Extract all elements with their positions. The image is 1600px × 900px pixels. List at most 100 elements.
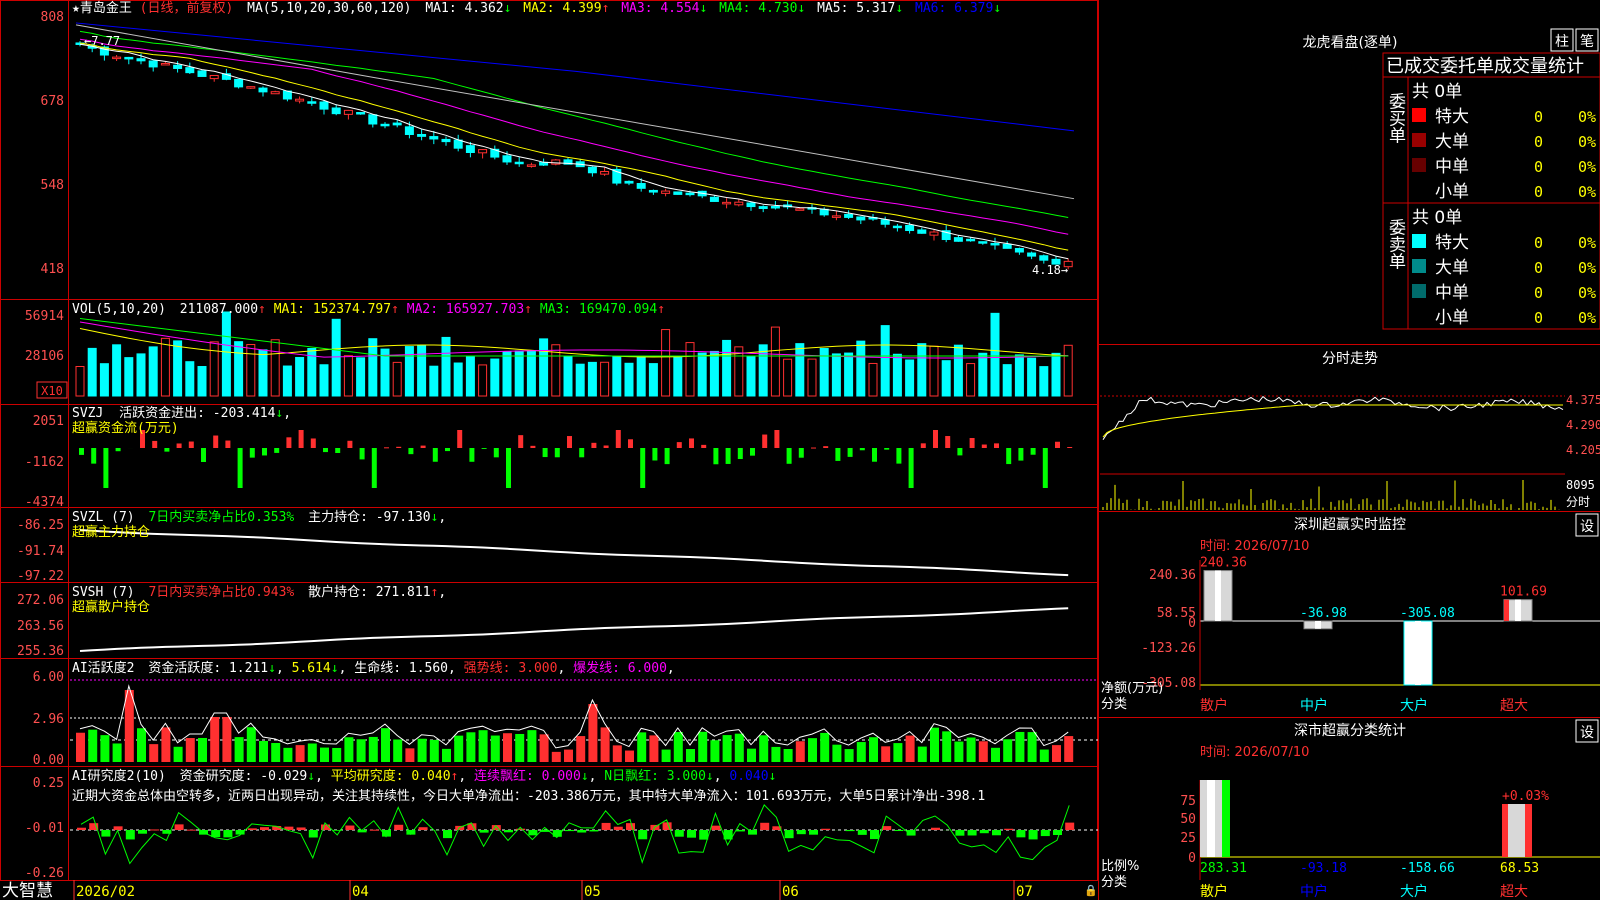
research-bar [504,830,513,833]
svsh-ratio: 7日内买卖净占比0.943% [148,584,294,600]
svzj-bar [176,443,182,448]
svzj-bar [493,448,499,458]
svzj-bar [286,437,292,448]
candle-body [1039,255,1049,261]
tick-mode-label[interactable]: 笔 [1580,34,1594,50]
activity-bar [930,727,939,762]
dragon-subtitle: 已成交委托单成交量统计 [1386,56,1584,77]
activity-bar [149,744,159,762]
svzl-sub: 超赢主力持仓 [72,524,150,540]
svzj-bar [1067,447,1073,449]
candle-body [295,98,305,102]
activity-bar [991,747,1000,762]
research-bar [845,830,855,832]
activity-bar [686,749,695,762]
volume-bar [282,365,292,397]
candle-body [636,183,646,189]
volume-bar [490,358,500,397]
ma-line [79,38,1069,235]
activity-bar [246,727,256,762]
research-bar [601,822,611,830]
order-count: 0 [1534,284,1543,302]
activity-bar [344,737,354,762]
class-bottom-value: -158.66 [1400,861,1455,876]
ma3-value: MA3: 4.554 [621,1,699,16]
svzj-bar [152,440,158,448]
monitor-time: 时间: 2026/07/10 [1200,539,1309,554]
research-bar [125,830,135,840]
research-bar [1004,828,1014,830]
activity-bar [1052,745,1061,762]
activity-bar [503,733,512,762]
volume-bar [831,353,841,397]
activity-bar [600,727,610,762]
lock-icon[interactable]: 🔒 [1084,884,1098,897]
svzj-bar [262,448,267,456]
class-axis: 75 50 25 0 [1180,794,1196,866]
svsh-tick: 272.06 [17,593,64,608]
svzj-bar [1042,448,1048,488]
volume-bar [673,356,683,397]
activity-bar [417,738,427,762]
research-bar [955,830,965,836]
class-bar-edge [1525,804,1532,857]
research-bar [796,830,806,835]
activity-bar [222,717,232,762]
activity-bar [1003,739,1013,762]
activity-bar [478,730,488,762]
candle-body [160,62,170,66]
research-bar [931,827,940,830]
volume-bar [807,358,817,397]
class-bar-edge [1502,804,1508,857]
candle-body [661,190,671,194]
order-color-swatch [1412,108,1426,122]
svzj-bar [640,448,646,488]
ma2-value: MA2: 4.399 [523,1,601,16]
order-type: 大单 [1435,258,1469,278]
activity-bar [429,739,439,762]
stock-chart-canvas[interactable]: 240.36 -36.98 -305.08 101.69 ★青岛金王 (日线，前复权)… [0,0,1600,900]
svzl-ratio: 7日内买卖净占比0.353% [148,509,294,525]
volume-bar [1027,357,1037,397]
svzl-label: 主力持仓: -97.130 [308,510,430,525]
act-tick: 2.96 [33,712,64,727]
research-bar [174,824,184,830]
class-tick: 0 [1188,851,1196,866]
class-settings-label[interactable]: 设 [1580,725,1594,741]
volume-bar [160,337,170,397]
vol-unit-label[interactable]: X10 [41,384,63,398]
date-tick: 07 [1016,884,1033,900]
svzj-bar [249,448,255,458]
volume-bar [258,349,268,397]
candle-body [502,155,512,163]
bar-mode-label[interactable]: 柱 [1555,34,1569,50]
research-bar [735,830,745,832]
svzj-bar [859,448,865,451]
activity-bar [722,735,732,762]
svg-text:SVZJ 活跃资金进出: -203.414↓,: SVZJ 活跃资金进出: -203.414↓, [72,405,291,421]
candle-body [258,87,268,93]
class-category: 大户 [1400,883,1428,900]
activity-bar [734,733,744,762]
res-avg: 平均研究度: 0.040 [331,768,451,784]
volume-bar [770,326,780,397]
volume-bar [734,346,744,397]
volume-bar [612,356,622,397]
res-red: 连续飘红: 0.000 [474,768,581,784]
stock-title: ★青岛金王 [72,0,132,16]
research-bar [150,829,160,831]
activity-bar [612,745,622,762]
res-nday: N日飘红: 3.000 [604,768,706,784]
activity-bar [271,742,281,762]
activity-bar [942,731,952,762]
candle-body [331,107,341,115]
monitor-settings-label[interactable]: 设 [1580,519,1594,535]
svzj-bar [506,448,511,488]
candle-body [880,219,890,225]
candle-body [112,56,122,60]
svzj-bar [79,448,84,455]
candle-body [307,101,317,104]
date-separators [73,880,1015,900]
volume-bar [136,353,146,397]
svzj-bar [164,448,170,452]
